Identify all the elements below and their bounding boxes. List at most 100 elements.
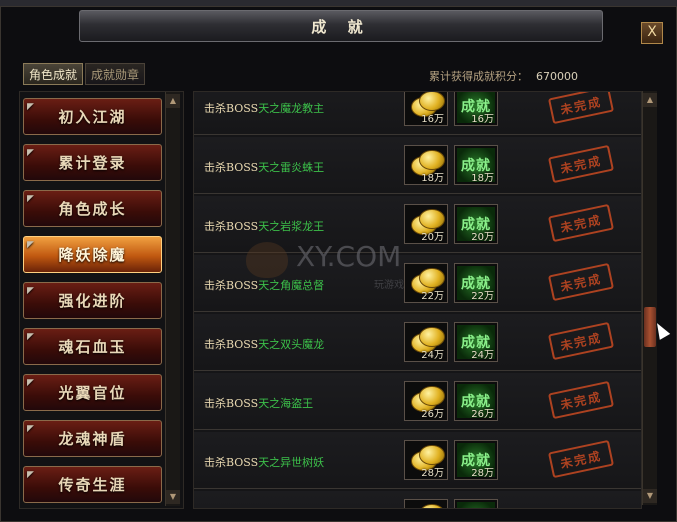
sidebar-item-wings-rank[interactable]: ◤ 光翼官位 <box>23 374 162 411</box>
corner-mark-icon: ◤ <box>27 286 36 296</box>
scroll-down-icon[interactable]: ▼ <box>643 489 657 503</box>
tab-character-achievements[interactable]: 角色成就 <box>23 63 83 85</box>
achievement-reward[interactable]: 成就 28万 <box>454 440 498 480</box>
achievement-name: 击杀BOSS天之海盗王 <box>204 397 314 410</box>
achievement-name: 击杀BOSS天之雷炎蛛王 <box>204 161 325 174</box>
score-label: 累计获得成就积分： <box>429 70 528 83</box>
coin-icon <box>419 445 445 465</box>
list-item: 击杀BOSS天之双头魔龙 24万 成就 24万 未完成 <box>194 314 641 371</box>
achievement-amount: 28万 <box>471 468 494 479</box>
coin-icon <box>419 92 445 111</box>
scroll-up-icon[interactable]: ▲ <box>643 93 657 107</box>
score-value: 670000 <box>536 70 578 83</box>
achievement-reward[interactable]: 成就 22万 <box>454 263 498 303</box>
sidebar-item-dragon-shield[interactable]: ◤ 龙魂神盾 <box>23 420 162 457</box>
sidebar-item-growth[interactable]: ◤ 角色成长 <box>23 190 162 227</box>
coin-reward[interactable]: 28万 <box>404 440 448 480</box>
achievement-window: 成 就 X 角色成就 成就勋章 累计获得成就积分： 670000 ◤ 初入江湖 ◤ 累… <box>0 6 677 522</box>
achievement-reward[interactable]: 成就 20万 <box>454 204 498 244</box>
sidebar-item-label: 魂石血玉 <box>58 338 127 356</box>
status-stamp: 未完成 <box>547 92 615 125</box>
achievement-amount: 24万 <box>471 350 494 361</box>
coin-reward[interactable]: 20万 <box>404 204 448 244</box>
list-item: 击杀BOSS天之魔龙教主 16万 成就 16万 未完成 <box>194 92 641 135</box>
sidebar-item-label: 角色成长 <box>58 200 127 218</box>
list-item-partial <box>194 491 641 508</box>
sidebar-item-demon-slaying[interactable]: ◤ 降妖除魔 <box>23 236 162 273</box>
corner-mark-icon: ◤ <box>27 378 36 388</box>
coin-amount: 26万 <box>421 409 444 420</box>
achievement-amount: 18万 <box>471 173 494 184</box>
scroll-up-icon[interactable]: ▲ <box>166 94 180 108</box>
sidebar-item-soulstone[interactable]: ◤ 魂石血玉 <box>23 328 162 365</box>
coin-amount: 24万 <box>421 350 444 361</box>
coin-icon <box>419 150 445 170</box>
coin-icon <box>419 386 445 406</box>
coin-reward[interactable]: 22万 <box>404 263 448 303</box>
coin-reward[interactable]: 16万 <box>404 92 448 126</box>
achievement-amount: 16万 <box>471 114 494 125</box>
status-stamp: 未完成 <box>547 203 615 243</box>
status-stamp: 未完成 <box>547 321 615 361</box>
status-stamp: 未完成 <box>547 144 615 184</box>
window-title: 成 就 <box>79 10 603 42</box>
coin-reward[interactable]: 26万 <box>404 381 448 421</box>
category-sidebar: ◤ 初入江湖 ◤ 累计登录 ◤ 角色成长 ◤ 降妖除魔 ◤ 强化进阶 ◤ 魂石血玉 ◤ 光翼官… <box>19 91 184 509</box>
achievement-reward[interactable] <box>454 499 498 508</box>
coin-reward[interactable] <box>404 499 448 508</box>
list-item: 击杀BOSS天之异世树妖 28万 成就 28万 未完成 <box>194 432 641 489</box>
tab-achievement-medals[interactable]: 成就勋章 <box>85 63 145 85</box>
achievement-badge-icon <box>457 502 495 508</box>
achievement-amount: 22万 <box>471 291 494 302</box>
achievement-name: 击杀BOSS天之异世树妖 <box>204 456 325 469</box>
sidebar-item-legend-career[interactable]: ◤ 传奇生涯 <box>23 466 162 503</box>
scroll-down-icon[interactable]: ▼ <box>166 490 180 504</box>
coin-amount: 20万 <box>421 232 444 243</box>
coin-reward[interactable]: 24万 <box>404 322 448 362</box>
coin-amount: 18万 <box>421 173 444 184</box>
sidebar-item-login[interactable]: ◤ 累计登录 <box>23 144 162 181</box>
achievement-name: 击杀BOSS天之双头魔龙 <box>204 338 325 351</box>
sidebar-item-label: 光翼官位 <box>58 384 127 402</box>
list-scrollbar[interactable]: ▲ ▼ <box>642 91 657 505</box>
score-display: 累计获得成就积分： 670000 <box>429 68 578 84</box>
achievement-reward[interactable]: 成就 18万 <box>454 145 498 185</box>
achievement-reward[interactable]: 成就 16万 <box>454 92 498 126</box>
corner-mark-icon: ◤ <box>27 470 36 480</box>
sidebar-item-label: 初入江湖 <box>58 108 127 126</box>
achievement-reward[interactable]: 成就 24万 <box>454 322 498 362</box>
corner-mark-icon: ◤ <box>27 332 36 342</box>
corner-mark-icon: ◤ <box>27 240 36 250</box>
coin-amount: 22万 <box>421 291 444 302</box>
corner-mark-icon: ◤ <box>27 148 36 158</box>
corner-mark-icon: ◤ <box>27 102 36 112</box>
achievement-name: 击杀BOSS天之角魔总督 <box>204 279 325 292</box>
list-item: 击杀BOSS天之雷炎蛛王 18万 成就 18万 未完成 <box>194 137 641 194</box>
status-stamp: 未完成 <box>547 380 615 420</box>
sidebar-item-intro[interactable]: ◤ 初入江湖 <box>23 98 162 135</box>
achievement-name: 击杀BOSS天之岩浆龙王 <box>204 220 325 233</box>
status-stamp: 未完成 <box>547 439 615 479</box>
sidebar-item-label: 传奇生涯 <box>58 476 127 494</box>
close-button[interactable]: X <box>641 22 663 44</box>
coin-reward[interactable]: 18万 <box>404 145 448 185</box>
sidebar-item-label: 龙魂神盾 <box>58 430 127 448</box>
achievement-amount: 26万 <box>471 409 494 420</box>
sidebar-item-label: 强化进阶 <box>58 292 127 310</box>
corner-mark-icon: ◤ <box>27 194 36 204</box>
sidebar-item-label: 降妖除魔 <box>58 246 127 264</box>
owl-logo-icon <box>246 242 288 278</box>
sidebar-item-label: 累计登录 <box>58 154 127 172</box>
list-item: 击杀BOSS天之海盗王 26万 成就 26万 未完成 <box>194 373 641 430</box>
coin-amount: 16万 <box>421 114 444 125</box>
watermark-text: XY.COM <box>296 240 402 273</box>
coin-icon <box>419 209 445 229</box>
achievement-name: 击杀BOSS天之魔龙教主 <box>204 102 325 115</box>
sidebar-item-enhance[interactable]: ◤ 强化进阶 <box>23 282 162 319</box>
achievement-reward[interactable]: 成就 26万 <box>454 381 498 421</box>
status-stamp: 未完成 <box>547 262 615 302</box>
achievement-amount: 20万 <box>471 232 494 243</box>
watermark-sub: 玩游戏 <box>374 280 404 291</box>
sidebar-scrollbar[interactable]: ▲ ▼ <box>165 92 180 506</box>
corner-mark-icon: ◤ <box>27 424 36 434</box>
